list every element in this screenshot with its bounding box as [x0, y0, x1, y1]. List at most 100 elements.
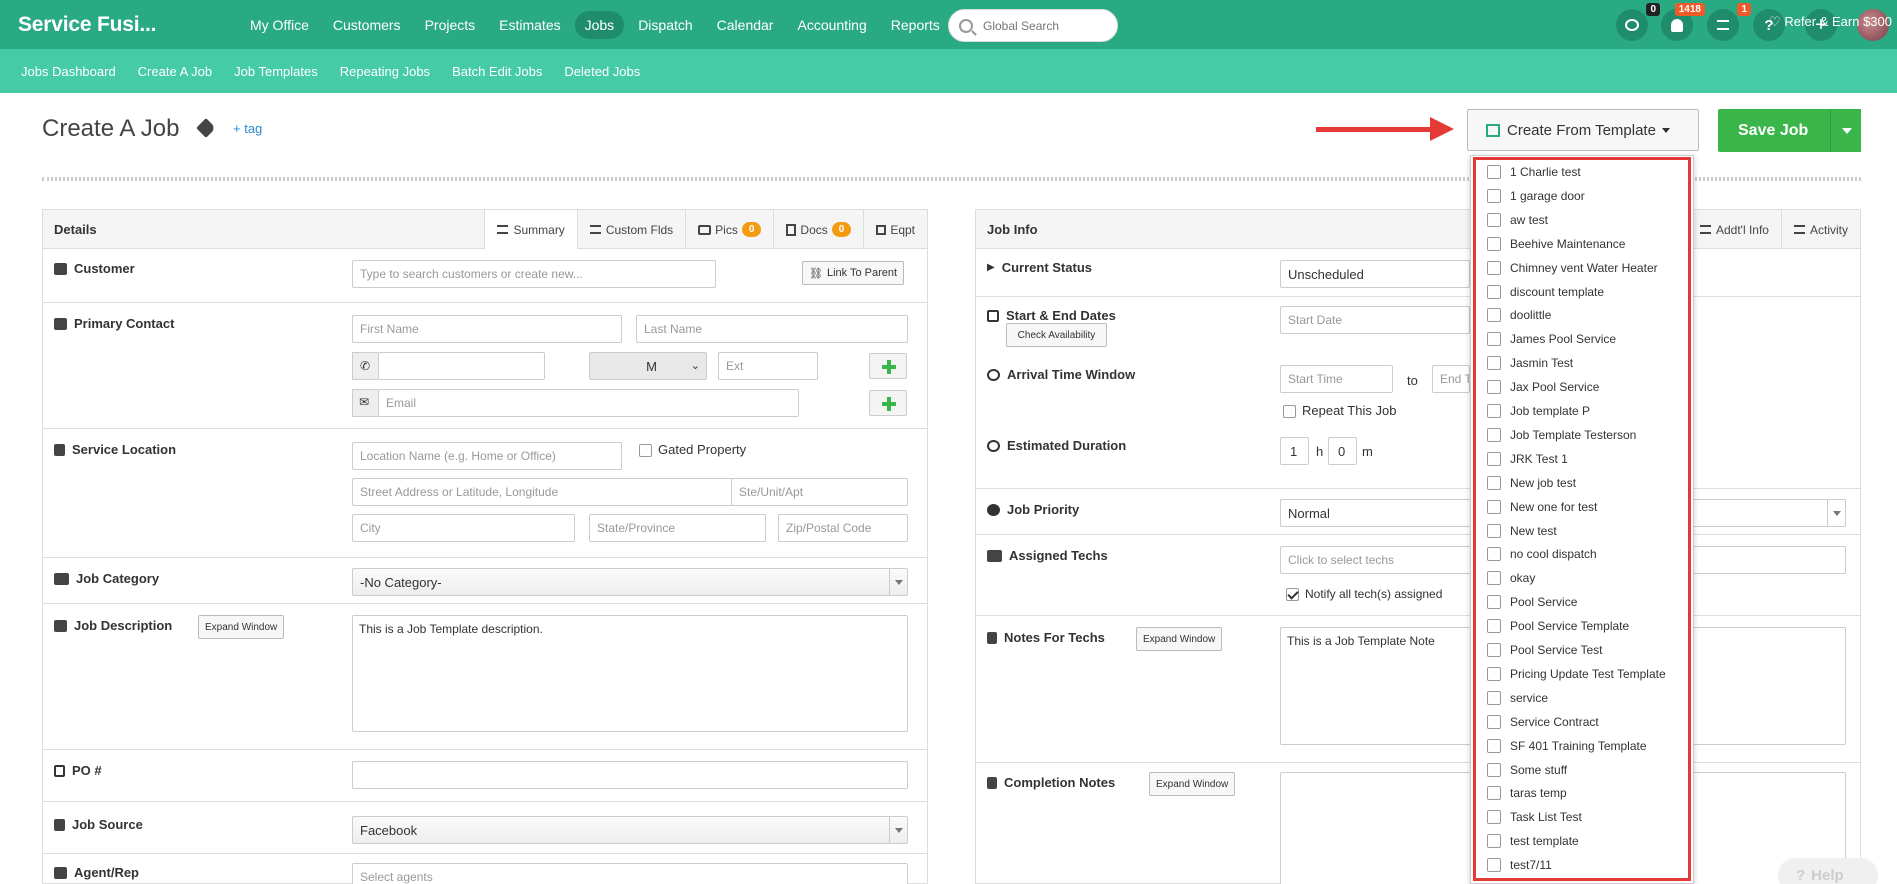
subnav-item-repeating-jobs[interactable]: Repeating Jobs — [340, 64, 430, 79]
template-checkbox[interactable] — [1487, 858, 1501, 873]
template-option[interactable]: 1 Charlie test — [1487, 162, 1581, 182]
refer-earn-link[interactable]: ♡ Refer & Earn $300 — [1769, 14, 1892, 30]
start-time-field[interactable]: Start Time — [1280, 365, 1393, 393]
ext-field[interactable]: Ext — [718, 352, 818, 380]
tab-custom-flds[interactable]: Custom Flds — [576, 210, 685, 249]
add-email-button[interactable] — [869, 390, 907, 416]
template-option[interactable]: Some stuff — [1487, 760, 1567, 780]
template-option[interactable]: discount template — [1487, 282, 1604, 302]
template-checkbox[interactable] — [1487, 834, 1501, 849]
template-option[interactable]: Task List Test — [1487, 807, 1582, 827]
template-checkbox[interactable] — [1487, 380, 1501, 395]
template-option[interactable]: New job test — [1487, 473, 1576, 493]
template-option[interactable]: taras temp — [1487, 783, 1567, 803]
expand-window-button[interactable]: Expand Window — [1149, 772, 1236, 796]
tab-pics[interactable]: Pics 0 — [685, 210, 773, 249]
duration-hours-field[interactable]: 1 — [1280, 437, 1309, 465]
template-checkbox[interactable] — [1487, 714, 1501, 729]
nav-item-dispatch[interactable]: Dispatch — [628, 11, 702, 39]
template-option[interactable]: Jasmin Test — [1487, 353, 1573, 373]
template-option[interactable]: Pool Service Template — [1487, 616, 1629, 636]
template-checkbox[interactable] — [1487, 475, 1501, 490]
location-name-field[interactable]: Location Name (e.g. Home or Office) — [352, 442, 622, 470]
template-option[interactable]: Beehive Maintenance — [1487, 234, 1625, 254]
template-checkbox[interactable] — [1487, 308, 1501, 323]
tab-activity[interactable]: Activity — [1780, 210, 1860, 249]
template-checkbox[interactable] — [1487, 762, 1501, 777]
template-checkbox[interactable] — [1487, 260, 1501, 275]
nav-item-estimates[interactable]: Estimates — [489, 11, 570, 39]
subnav-item-jobs-dashboard[interactable]: Jobs Dashboard — [21, 64, 116, 79]
phone-type-select[interactable]: M ⌄ — [589, 352, 707, 380]
template-option[interactable]: New test — [1487, 521, 1557, 541]
template-option[interactable]: 1 garage door — [1487, 186, 1585, 206]
template-option[interactable]: doolittle — [1487, 305, 1551, 325]
customer-search-input[interactable]: Type to search customers or create new..… — [352, 260, 716, 288]
nav-item-jobs[interactable]: Jobs — [574, 10, 625, 39]
app-logo[interactable]: Service Fusi... — [18, 13, 228, 37]
global-search[interactable] — [948, 9, 1118, 42]
po-field[interactable] — [352, 761, 908, 789]
template-checkbox[interactable] — [1487, 165, 1501, 179]
subnav-item-job-templates[interactable]: Job Templates — [234, 64, 318, 79]
template-option[interactable]: Chimney vent Water Heater — [1487, 258, 1658, 278]
template-checkbox[interactable] — [1487, 332, 1501, 347]
template-option[interactable]: Pricing Update Test Template — [1487, 664, 1666, 684]
template-option[interactable]: Job Template Testerson — [1487, 425, 1636, 445]
template-checkbox[interactable] — [1487, 619, 1501, 634]
subnav-item-batch-edit-jobs[interactable]: Batch Edit Jobs — [452, 64, 542, 79]
template-checkbox[interactable] — [1487, 738, 1501, 753]
template-option[interactable]: test7/11 — [1487, 855, 1552, 875]
expand-window-button[interactable]: Expand Window — [198, 615, 285, 639]
city-field[interactable]: City — [352, 514, 575, 542]
template-checkbox[interactable] — [1487, 547, 1501, 562]
template-option[interactable]: okay — [1487, 568, 1535, 588]
tab-docs[interactable]: Docs 0 — [773, 210, 863, 249]
tab-addl-info[interactable]: Addt'l Info — [1686, 210, 1781, 249]
template-checkbox[interactable] — [1487, 499, 1501, 514]
nav-item-projects[interactable]: Projects — [415, 11, 486, 39]
tab-eqpt[interactable]: Eqpt — [863, 210, 927, 249]
checkbox[interactable] — [1286, 588, 1299, 602]
nav-item-customers[interactable]: Customers — [323, 11, 411, 39]
nav-item-reports[interactable]: Reports — [881, 11, 950, 39]
template-checkbox[interactable] — [1487, 571, 1501, 586]
template-option[interactable]: Job template P — [1487, 401, 1590, 421]
first-name-field[interactable]: First Name — [352, 315, 622, 343]
template-option[interactable]: New one for test — [1487, 497, 1597, 517]
job-description-textarea[interactable]: This is a Job Template description. — [352, 615, 908, 732]
template-option[interactable]: Jax Pool Service — [1487, 377, 1599, 397]
template-checkbox[interactable] — [1487, 356, 1501, 371]
template-checkbox[interactable] — [1487, 643, 1501, 657]
template-checkbox[interactable] — [1487, 212, 1501, 227]
nav-item-accounting[interactable]: Accounting — [787, 11, 876, 39]
help-widget[interactable]: ? Help — [1778, 858, 1878, 884]
template-option[interactable]: JRK Test 1 — [1487, 449, 1568, 469]
tasks-button[interactable]: 1 — [1707, 3, 1751, 41]
save-options-toggle[interactable] — [1830, 109, 1861, 152]
checkbox[interactable] — [639, 444, 652, 458]
email-field[interactable]: Email — [378, 389, 799, 417]
template-checkbox[interactable] — [1487, 666, 1501, 681]
expand-window-button[interactable]: Expand Window — [1136, 627, 1223, 651]
global-search-input[interactable] — [983, 18, 1093, 33]
template-option[interactable]: Pool Service Test — [1487, 640, 1603, 660]
add-phone-button[interactable] — [869, 353, 907, 379]
repeat-job-checkbox[interactable]: Repeat This Job — [1283, 403, 1396, 419]
current-status-select[interactable]: Unscheduled — [1280, 260, 1470, 288]
template-option[interactable]: aw test — [1487, 210, 1548, 230]
template-checkbox[interactable] — [1487, 284, 1501, 299]
link-to-parent-button[interactable]: ⛓ Link To Parent — [802, 261, 905, 285]
chat-button[interactable]: 0 — [1616, 3, 1660, 41]
street-address-field[interactable]: Street Address or Latitude, Longitude — [352, 478, 740, 506]
notify-techs-checkbox[interactable]: Notify all tech(s) assigned — [1286, 587, 1442, 602]
template-option[interactable]: Service Contract — [1487, 712, 1599, 732]
gated-property-checkbox[interactable]: Gated Property — [639, 442, 746, 458]
end-time-field[interactable]: End T — [1432, 365, 1470, 393]
checkbox[interactable] — [1283, 405, 1296, 419]
template-checkbox[interactable] — [1487, 690, 1501, 705]
notifications-button[interactable]: 1418 — [1661, 3, 1705, 41]
template-checkbox[interactable] — [1487, 404, 1501, 418]
template-checkbox[interactable] — [1487, 236, 1501, 251]
template-checkbox[interactable] — [1487, 188, 1501, 203]
